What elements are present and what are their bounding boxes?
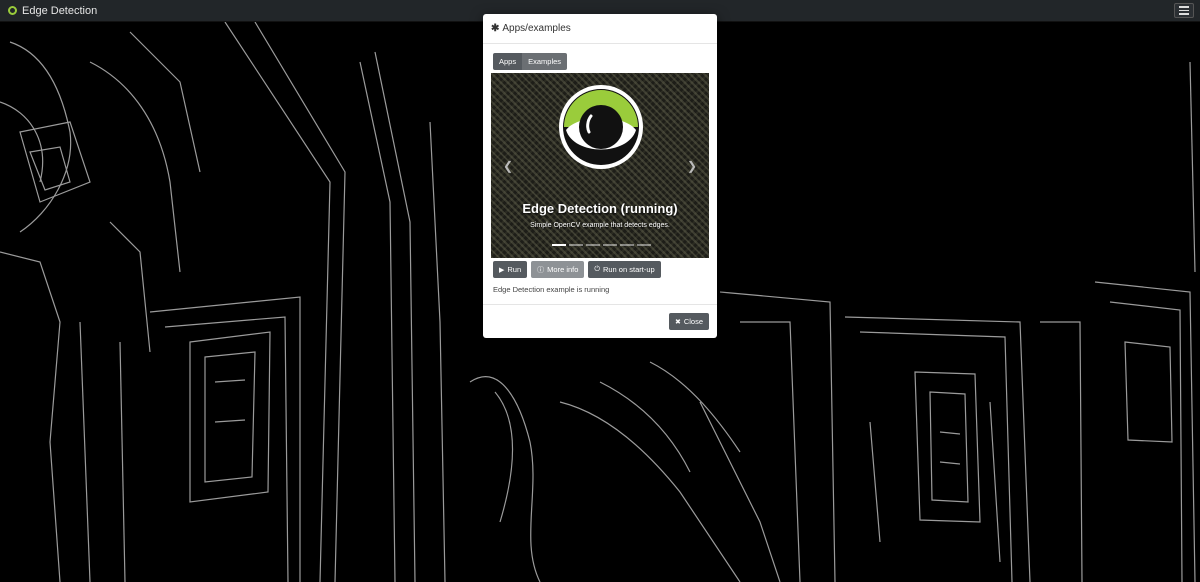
run-button[interactable]: ▶ Run: [493, 261, 528, 278]
modal-footer-divider: [483, 304, 717, 305]
app-title: Edge Detection: [22, 4, 98, 17]
more-info-button[interactable]: ⓘ More info: [531, 261, 585, 278]
status-text: Edge Detection example is running: [493, 285, 610, 294]
carousel-indicator[interactable]: [637, 244, 651, 246]
run-on-startup-label: Run on start-up: [602, 265, 655, 274]
close-label: Close: [683, 317, 703, 326]
run-on-startup-button[interactable]: ⏻ Run on start-up: [588, 261, 661, 278]
info-icon: ⓘ: [537, 266, 545, 274]
hamburger-icon-bar: [1179, 9, 1189, 12]
app-carousel[interactable]: ❮ ❯ Edge Detection (running) Simple Open…: [491, 73, 709, 258]
app-actions: ▶ Run ⓘ More info ⏻ Run on start-up: [493, 261, 661, 278]
carousel-indicator[interactable]: [603, 244, 617, 246]
slide-subtitle: Simple OpenCV example that detects edges…: [530, 222, 670, 229]
hamburger-icon: [1179, 6, 1189, 8]
modal-title: Apps/examples: [502, 23, 571, 34]
carousel-indicator[interactable]: [569, 244, 583, 246]
carousel-indicator[interactable]: [552, 244, 566, 246]
more-info-label: More info: [547, 265, 579, 274]
asterisk-icon: ✱: [491, 23, 500, 34]
carousel-prev-chevron-icon[interactable]: ❮: [503, 159, 513, 173]
circle-logo-icon: [8, 6, 17, 15]
run-label: Run: [507, 265, 522, 274]
carousel-indicators: [552, 244, 651, 246]
play-circle-icon: ▶: [499, 266, 505, 274]
hamburger-icon-bar: [1179, 13, 1189, 15]
carousel-next-chevron-icon[interactable]: ❯: [687, 159, 697, 173]
slide-title: Edge Detection (running): [522, 201, 678, 216]
tab-apps[interactable]: Apps: [493, 53, 523, 70]
carousel-indicator[interactable]: [620, 244, 634, 246]
modal-header: ✱ Apps/examples: [483, 14, 717, 44]
apps-examples-modal: ✱ Apps/examples Apps Examples ❮ ❯ Edge D…: [483, 14, 717, 338]
hamburger-menu-button[interactable]: [1174, 3, 1194, 18]
close-button[interactable]: ✖ Close: [668, 313, 709, 330]
modal-tabs: Apps Examples: [493, 53, 568, 70]
carousel-indicator[interactable]: [586, 244, 600, 246]
close-icon: ✖: [674, 318, 681, 326]
tab-examples[interactable]: Examples: [522, 53, 568, 70]
power-icon: ⏻: [594, 265, 600, 273]
brand[interactable]: Edge Detection: [8, 5, 97, 17]
eye-logo-icon: [559, 85, 643, 169]
